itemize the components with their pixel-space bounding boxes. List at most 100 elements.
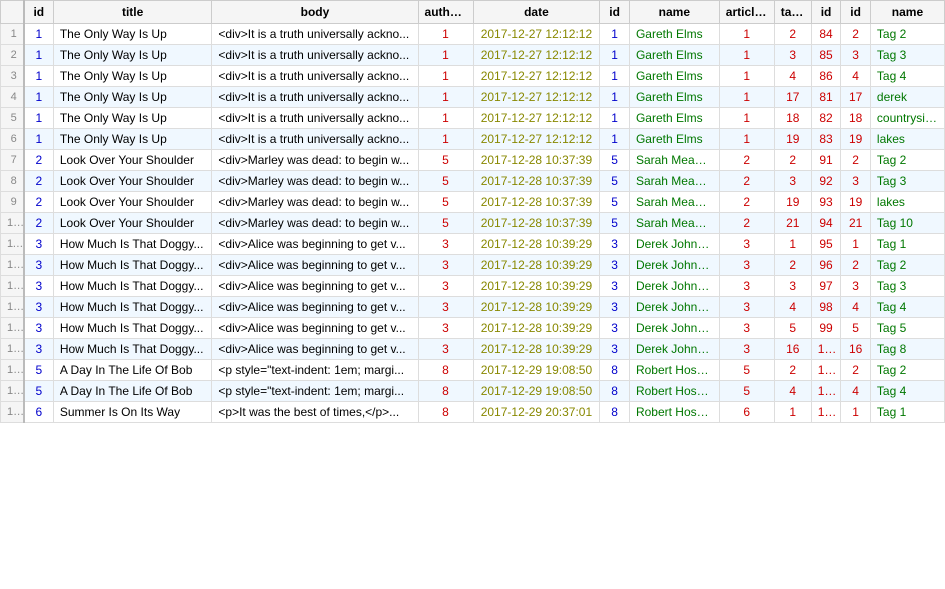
table-cell: <div>It is a truth universally ackno...: [212, 24, 418, 45]
table-cell: Tag 4: [870, 381, 944, 402]
table-cell: 1: [24, 24, 54, 45]
table-cell: Tag 5: [870, 318, 944, 339]
table-cell: 2017-12-28 10:39:29: [473, 276, 600, 297]
table-cell: 2: [24, 171, 54, 192]
col-header-title[interactable]: title: [53, 1, 212, 24]
table-cell: 3: [600, 276, 630, 297]
table-cell: 2: [841, 150, 871, 171]
table-cell: 3: [774, 45, 811, 66]
table-cell: 2017-12-29 19:08:50: [473, 360, 600, 381]
table-row: 163How Much Is That Doggy...<div>Alice w…: [1, 339, 945, 360]
table-cell: 14: [1, 297, 24, 318]
table-cell: 3: [719, 318, 774, 339]
table-cell: 21: [841, 213, 871, 234]
table-cell: 1: [418, 24, 473, 45]
table-row: 41The Only Way Is Up<div>It is a truth u…: [1, 87, 945, 108]
col-header-date[interactable]: date: [473, 1, 600, 24]
table-cell: 5: [600, 150, 630, 171]
table-cell: Gareth Elms: [629, 129, 719, 150]
col-header-articleid[interactable]: articleId: [719, 1, 774, 24]
table-cell: 103: [811, 402, 841, 423]
table-cell: 1: [1, 24, 24, 45]
table-cell: 3: [600, 297, 630, 318]
table-cell: Robert Hoskins: [629, 381, 719, 402]
table-cell: 5: [719, 360, 774, 381]
col-header-name[interactable]: name: [629, 1, 719, 24]
col-header-id4[interactable]: id: [841, 1, 871, 24]
table-cell: 1: [600, 87, 630, 108]
table-cell: <div>Alice was beginning to get v...: [212, 276, 418, 297]
table-cell: 4: [841, 297, 871, 318]
col-header-id[interactable]: id: [24, 1, 54, 24]
table-cell: 4: [841, 381, 871, 402]
table-cell: 3: [719, 255, 774, 276]
table-cell: 18: [841, 108, 871, 129]
table-cell: 6: [719, 402, 774, 423]
table-cell: 2: [24, 192, 54, 213]
table-cell: Derek Johnston: [629, 339, 719, 360]
table-cell: 96: [811, 255, 841, 276]
table-cell: Gareth Elms: [629, 66, 719, 87]
table-cell: lakes: [870, 192, 944, 213]
table-cell: A Day In The Life Of Bob: [53, 381, 212, 402]
table-cell: <p style="text-indent: 1em; margi...: [212, 360, 418, 381]
table-cell: 1: [600, 66, 630, 87]
table-cell: 2: [841, 360, 871, 381]
table-cell: 2017-12-27 12:12:12: [473, 66, 600, 87]
table-cell: 98: [811, 297, 841, 318]
table-cell: 8: [600, 381, 630, 402]
table-cell: 3: [24, 297, 54, 318]
table-cell: 2017-12-29 19:08:50: [473, 381, 600, 402]
table-cell: 3: [1, 66, 24, 87]
table-cell: lakes: [870, 129, 944, 150]
table-row: 21The Only Way Is Up<div>It is a truth u…: [1, 45, 945, 66]
table-cell: 2: [841, 24, 871, 45]
table-cell: 17: [774, 87, 811, 108]
table-cell: 2017-12-28 10:39:29: [473, 297, 600, 318]
table-cell: <div>Alice was beginning to get v...: [212, 255, 418, 276]
table-cell: 99: [811, 318, 841, 339]
table-cell: 2017-12-27 12:12:12: [473, 87, 600, 108]
table-cell: 1: [24, 87, 54, 108]
table-cell: 18: [774, 108, 811, 129]
table-cell: 1: [24, 45, 54, 66]
table-cell: 3: [841, 171, 871, 192]
col-header-authorid[interactable]: authorId: [418, 1, 473, 24]
table-cell: 1: [24, 66, 54, 87]
table-cell: 3: [418, 234, 473, 255]
table-cell: 3: [418, 318, 473, 339]
col-header-id2[interactable]: id: [600, 1, 630, 24]
table-cell: 2: [719, 171, 774, 192]
table-cell: 5: [24, 381, 54, 402]
table-row: 113How Much Is That Doggy...<div>Alice w…: [1, 234, 945, 255]
table-cell: Gareth Elms: [629, 24, 719, 45]
table-cell: Sarah Meaning: [629, 192, 719, 213]
table-cell: 2: [719, 192, 774, 213]
table-cell: 3: [600, 234, 630, 255]
table-cell: How Much Is That Doggy...: [53, 276, 212, 297]
table-cell: 5: [418, 171, 473, 192]
table-cell: 3: [841, 45, 871, 66]
table-cell: 1: [418, 108, 473, 129]
col-header-name2[interactable]: name: [870, 1, 944, 24]
table-cell: 7: [1, 150, 24, 171]
table-cell: 3: [418, 297, 473, 318]
table-cell: The Only Way Is Up: [53, 129, 212, 150]
table-cell: 3: [418, 339, 473, 360]
table-cell: Tag 3: [870, 45, 944, 66]
col-header-tagid[interactable]: tagId: [774, 1, 811, 24]
table-cell: derek: [870, 87, 944, 108]
table-cell: Tag 8: [870, 339, 944, 360]
table-cell: How Much Is That Doggy...: [53, 339, 212, 360]
table-cell: <div>Alice was beginning to get v...: [212, 339, 418, 360]
table-cell: 5: [600, 213, 630, 234]
table-cell: 1: [719, 108, 774, 129]
col-header-body[interactable]: body: [212, 1, 418, 24]
table-cell: Gareth Elms: [629, 108, 719, 129]
table-cell: 4: [841, 66, 871, 87]
table-cell: 1: [600, 24, 630, 45]
table-cell: 83: [811, 129, 841, 150]
col-header-id3[interactable]: id: [811, 1, 841, 24]
table-cell: 6: [24, 402, 54, 423]
table-cell: 2017-12-28 10:37:39: [473, 171, 600, 192]
